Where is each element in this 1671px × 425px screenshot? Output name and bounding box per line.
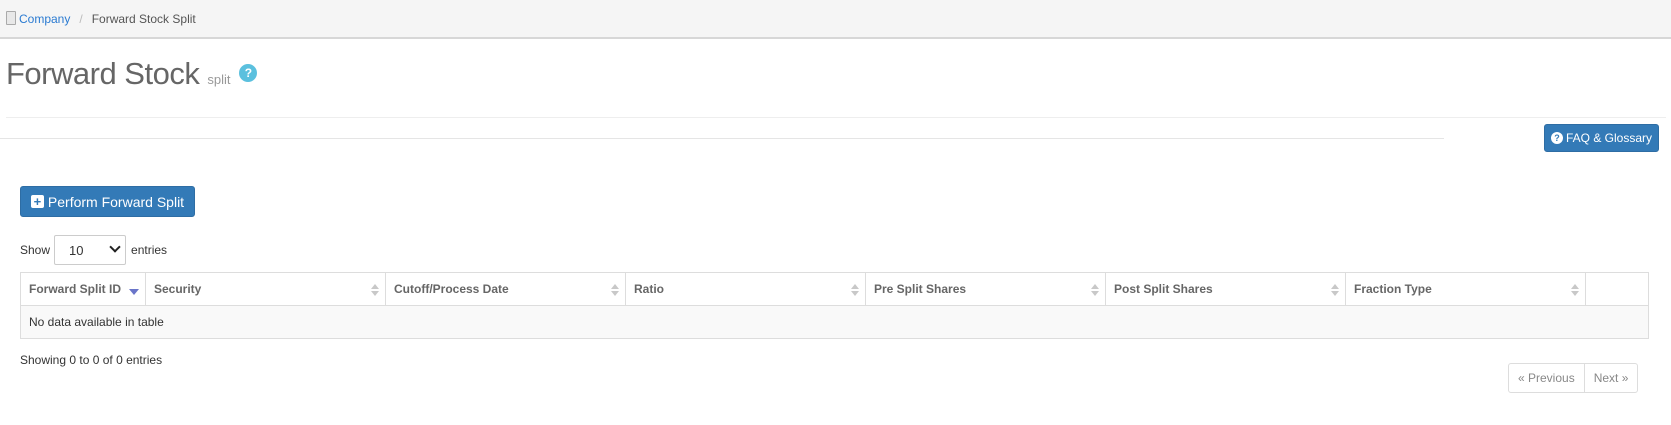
table-row: No data available in table bbox=[20, 305, 1649, 339]
column-header-security[interactable]: Security bbox=[145, 272, 386, 306]
sort-icon bbox=[371, 284, 379, 296]
document-icon bbox=[6, 10, 16, 25]
column-header-label: Security bbox=[154, 282, 202, 296]
sort-icon bbox=[1331, 284, 1339, 296]
breadcrumb-company-link[interactable]: Company bbox=[19, 12, 70, 26]
sort-icon bbox=[851, 284, 859, 296]
column-header-label: Pre Split Shares bbox=[874, 282, 967, 296]
plus-square-icon: + bbox=[30, 195, 44, 208]
sort-icon bbox=[1571, 284, 1579, 296]
divider bbox=[6, 117, 1666, 118]
sort-desc-icon bbox=[129, 289, 139, 295]
breadcrumb-current: Forward Stock Split bbox=[91, 11, 196, 26]
table-header-row: Forward Split ID Security Cutoff/Process… bbox=[20, 272, 1649, 306]
breadcrumb-separator: / bbox=[79, 11, 83, 26]
length-menu: Show 10 entries bbox=[20, 235, 167, 265]
page-title: Forward Stock bbox=[6, 56, 200, 91]
column-header-label: Cutoff/Process Date bbox=[394, 282, 509, 296]
perform-forward-split-button[interactable]: + Perform Forward Split bbox=[20, 186, 195, 217]
divider bbox=[0, 138, 1444, 139]
question-circle-icon: ? bbox=[1550, 132, 1563, 144]
column-header-cutoff-process-date[interactable]: Cutoff/Process Date bbox=[385, 272, 626, 306]
sort-icon bbox=[611, 284, 619, 296]
next-page-button[interactable]: Next » bbox=[1583, 364, 1638, 392]
column-header-actions bbox=[1585, 272, 1649, 306]
length-suffix: entries bbox=[131, 243, 168, 257]
column-header-label: Ratio bbox=[634, 282, 664, 296]
perform-forward-split-label: Perform Forward Split bbox=[47, 193, 185, 210]
entries-per-page-select[interactable]: 10 bbox=[54, 235, 127, 265]
column-header-label: Forward Split ID bbox=[29, 282, 122, 296]
pagination: « Previous Next » bbox=[1508, 363, 1639, 393]
page-header: Forward Stock split ? bbox=[6, 56, 258, 96]
column-header-ratio[interactable]: Ratio bbox=[625, 272, 866, 306]
column-header-pre-split-shares[interactable]: Pre Split Shares bbox=[865, 272, 1106, 306]
entries-per-page-value: 10 bbox=[69, 242, 84, 258]
breadcrumb: Company / Forward Stock Split bbox=[0, 0, 1671, 39]
empty-table-message: No data available in table bbox=[20, 305, 1649, 339]
faq-glossary-label: FAQ & Glossary bbox=[1565, 131, 1653, 145]
sort-icon bbox=[1091, 284, 1099, 296]
column-header-label: Fraction Type bbox=[1354, 282, 1432, 296]
previous-page-button[interactable]: « Previous bbox=[1509, 364, 1584, 392]
column-header-label: Post Split Shares bbox=[1114, 282, 1213, 296]
column-header-forward-split-id[interactable]: Forward Split ID bbox=[20, 272, 146, 306]
help-icon[interactable]: ? bbox=[239, 64, 258, 82]
column-header-post-split-shares[interactable]: Post Split Shares bbox=[1105, 272, 1346, 306]
chevron-down-icon bbox=[109, 241, 121, 253]
page-subtitle: split bbox=[207, 72, 231, 87]
table-info: Showing 0 to 0 of 0 entries bbox=[20, 353, 163, 367]
forward-split-table: Forward Split ID Security Cutoff/Process… bbox=[20, 272, 1649, 339]
length-prefix: Show bbox=[20, 243, 51, 257]
faq-glossary-button[interactable]: ? FAQ & Glossary bbox=[1544, 124, 1659, 152]
column-header-fraction-type[interactable]: Fraction Type bbox=[1345, 272, 1586, 306]
